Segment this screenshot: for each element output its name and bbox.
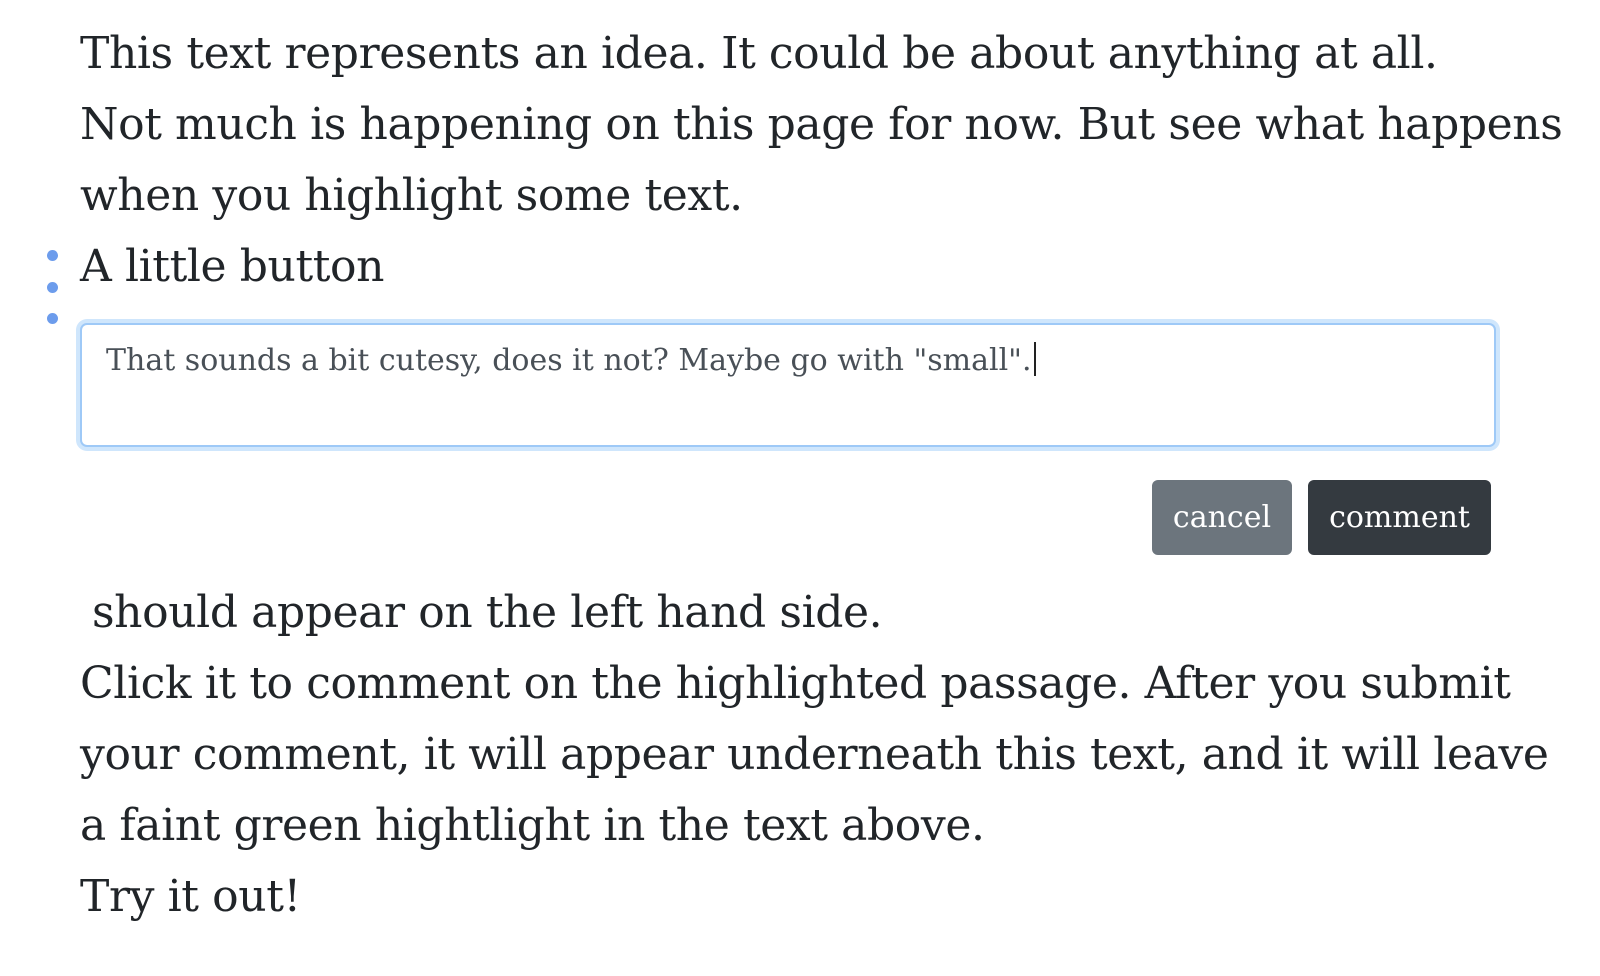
- paragraph-click-it-line-1: Click it to comment on the highlighted p…: [80, 658, 1511, 709]
- vertical-dots-icon: [46, 250, 58, 261]
- paragraph-not-much-line-1: Not much is happening on this page for n…: [80, 99, 1563, 150]
- comment-form-actions: cancel comment: [80, 480, 1491, 555]
- paragraph-click-it-line-2: your comment, it will appear underneath …: [80, 729, 1549, 780]
- comment-textarea[interactable]: That sounds a bit cutesy, does it not? M…: [80, 323, 1496, 447]
- paragraph-idea: This text represents an idea. It could b…: [80, 28, 1438, 79]
- paragraph-not-much: Not much is happening on this page for n…: [80, 89, 1563, 231]
- paragraph-click-it-line-3: a faint green hightlight in the text abo…: [80, 800, 985, 851]
- paragraph-try-it: Try it out!: [80, 871, 301, 922]
- comment-form: That sounds a bit cutesy, does it not? M…: [80, 323, 1496, 555]
- paragraph-left-hand-side: should appear on the left hand side.: [92, 587, 883, 638]
- highlighted-passage[interactable]: A little button: [80, 231, 1520, 302]
- text-caret: [1033, 342, 1036, 376]
- document-content: This text represents an idea. It could b…: [46, 18, 1563, 932]
- paragraph-click-it: Click it to comment on the highlighted p…: [80, 648, 1549, 861]
- highlighted-passage-row: A little button: [46, 231, 1520, 324]
- comment-handle-button[interactable]: [46, 250, 58, 324]
- vertical-dots-icon: [46, 313, 58, 324]
- comment-button[interactable]: comment: [1308, 480, 1491, 555]
- paragraph-not-much-line-2: when you highlight some text.: [80, 170, 743, 221]
- comment-textarea-value: That sounds a bit cutesy, does it not? M…: [106, 343, 1032, 378]
- cancel-button[interactable]: cancel: [1152, 480, 1292, 555]
- vertical-dots-icon: [46, 281, 58, 293]
